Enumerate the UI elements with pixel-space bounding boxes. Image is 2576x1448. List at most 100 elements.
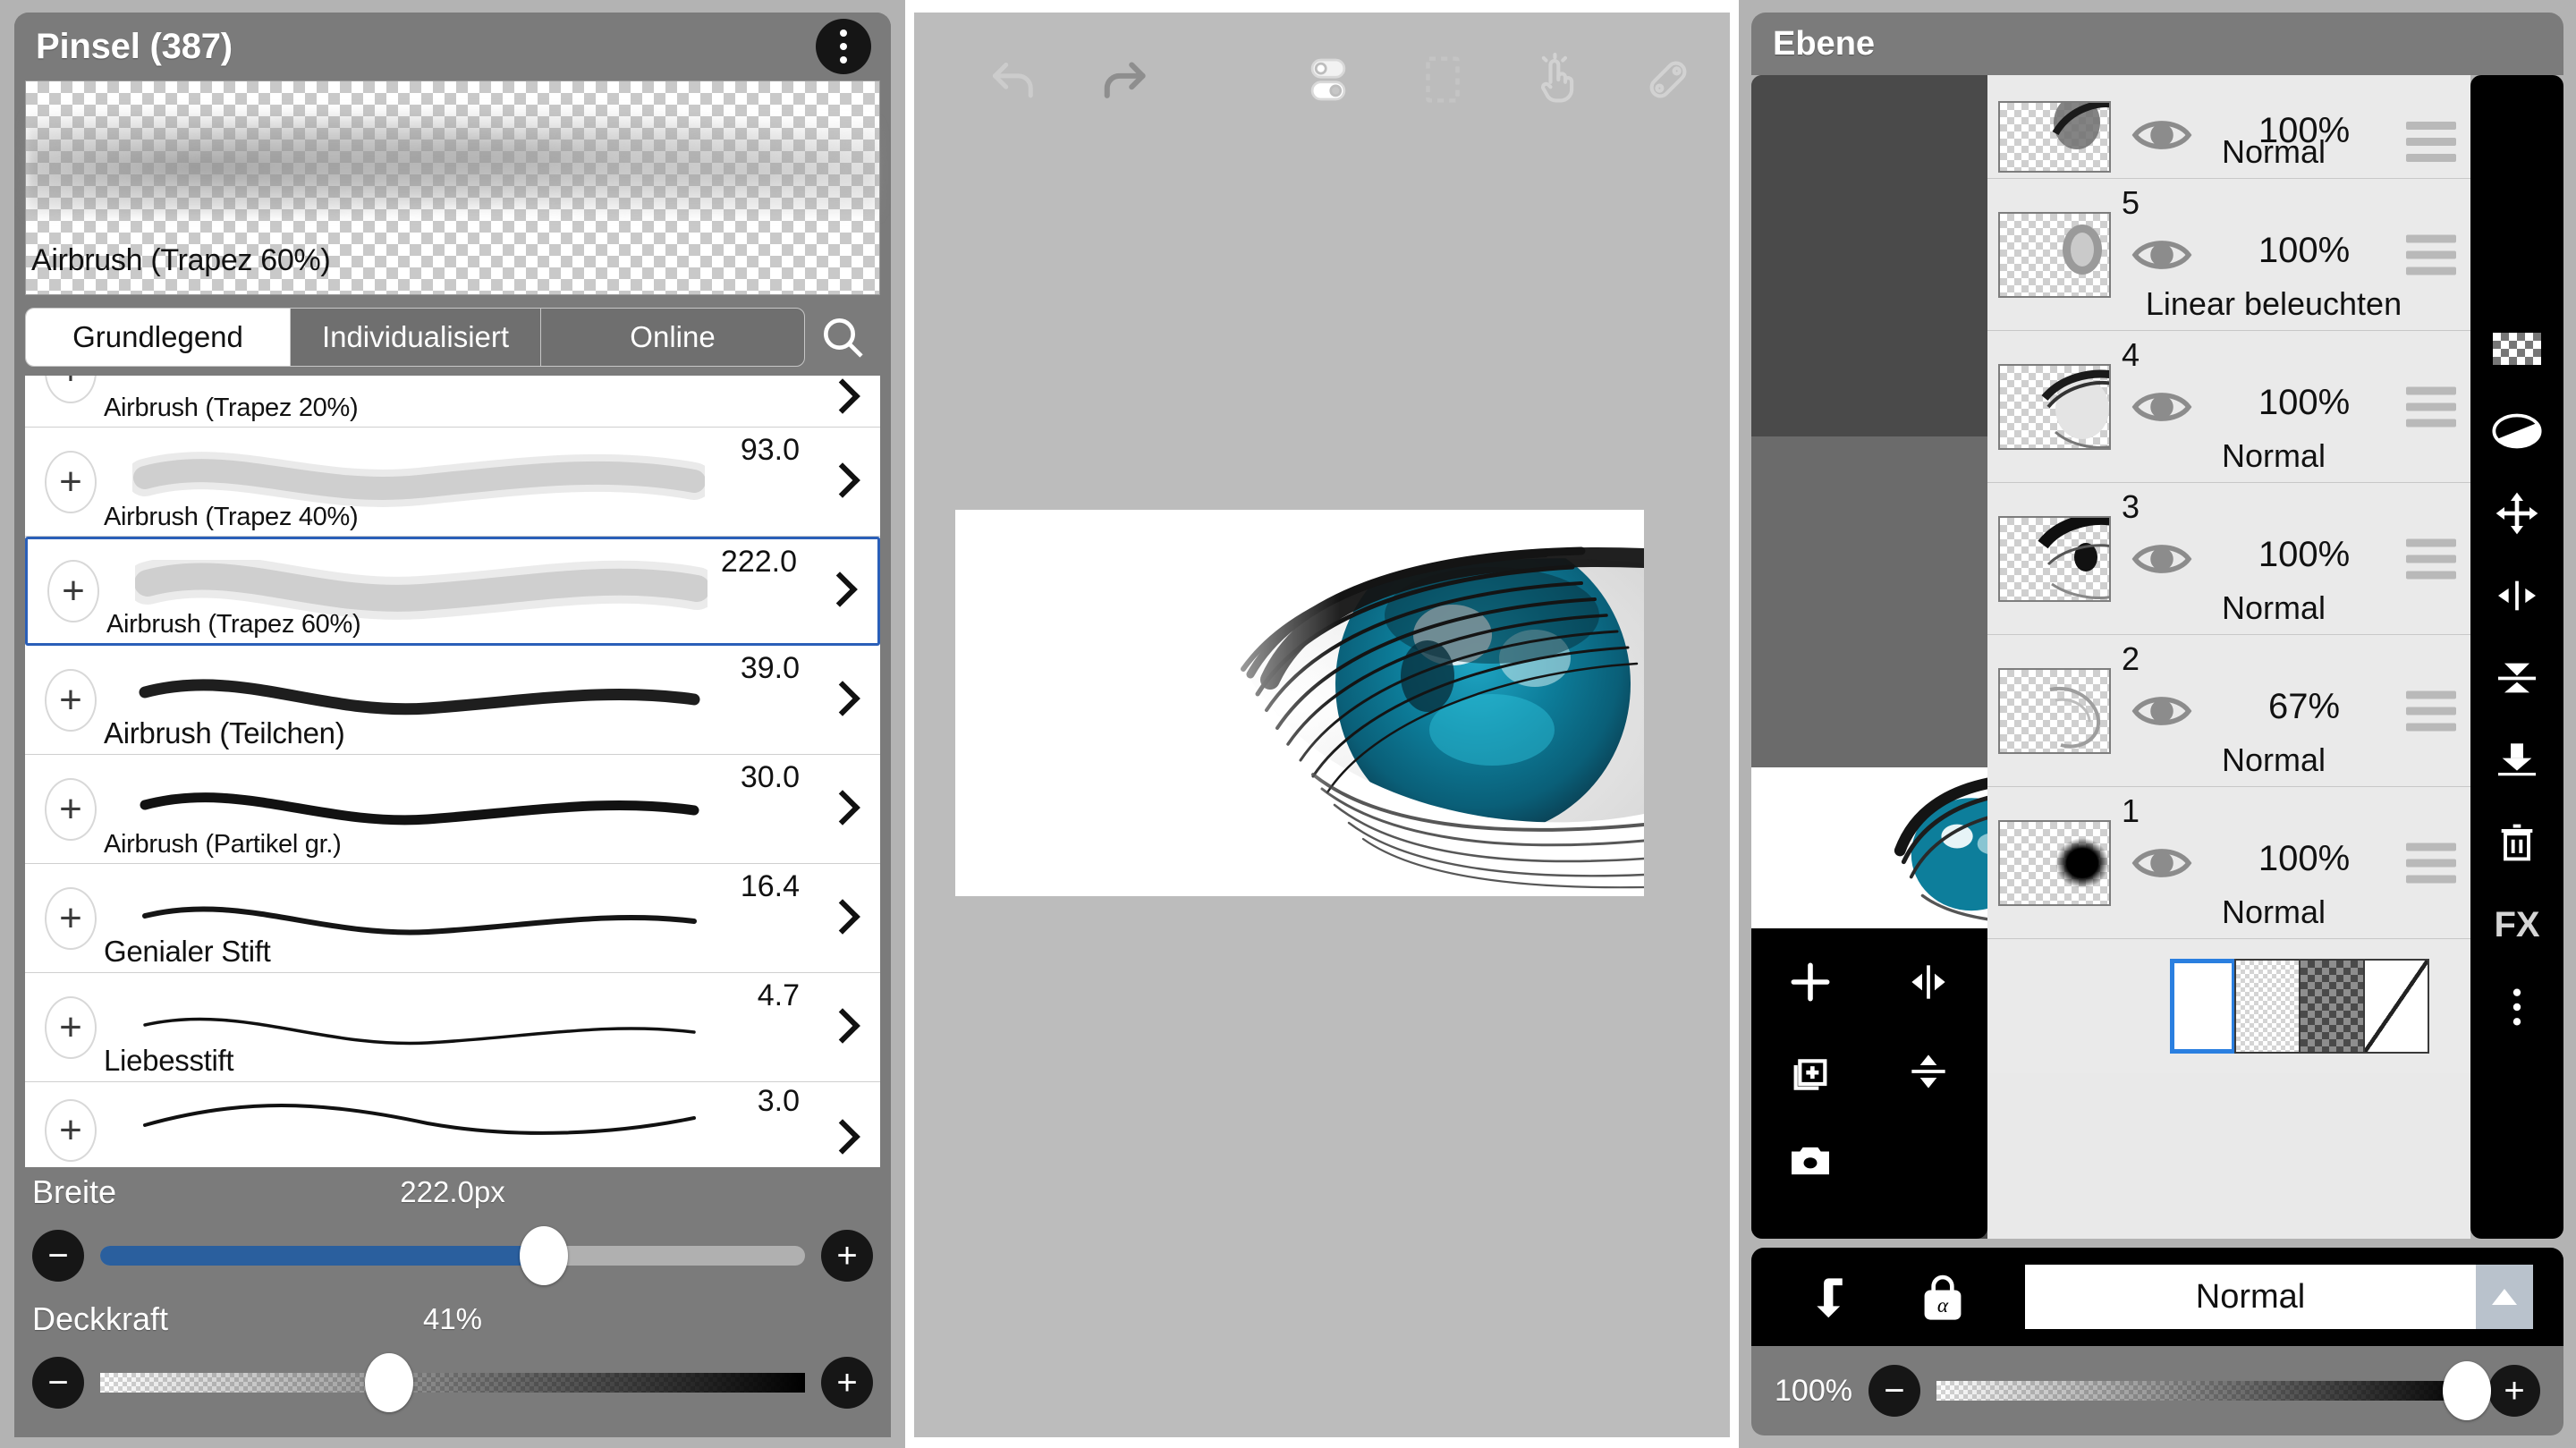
width-increase-button[interactable]: + (821, 1230, 873, 1282)
kebab-menu-icon[interactable] (816, 19, 871, 74)
chevron-right-icon[interactable] (824, 571, 854, 612)
fx-icon[interactable]: FX (2470, 884, 2563, 966)
chevron-right-icon[interactable] (826, 1007, 857, 1048)
alpha-lock-icon[interactable]: α (1889, 1269, 1996, 1325)
merge-up-icon[interactable] (2470, 637, 2563, 719)
clipping-mask-icon[interactable] (1782, 1269, 1889, 1325)
canvas-preview-column[interactable] (1751, 75, 1987, 1239)
layer-opacity-decrease-button[interactable]: − (1868, 1365, 1920, 1417)
brush-list-item[interactable]: + 16.4 Genialer Stift (25, 864, 880, 973)
opacity-slider-knob[interactable] (365, 1353, 414, 1412)
add-brush-icon[interactable]: + (45, 668, 97, 732)
layer-opacity-knob[interactable] (2443, 1361, 2491, 1420)
search-icon[interactable] (805, 308, 880, 367)
chevron-right-icon[interactable] (826, 461, 857, 503)
width-decrease-button[interactable]: − (32, 1230, 84, 1282)
layer-visibility-icon[interactable] (2131, 386, 2193, 428)
chevron-right-icon[interactable] (826, 377, 857, 419)
brush-stroke-preview (143, 1104, 696, 1135)
layer-row[interactable]: 3 100% Normal (1987, 483, 2470, 635)
finger-gesture-icon[interactable] (1526, 50, 1585, 109)
brush-name: Liebesstift (104, 1044, 234, 1077)
merge-down-icon[interactable] (2470, 719, 2563, 801)
layer-opacity-increase-button[interactable]: + (2488, 1365, 2540, 1417)
brush-size-value: 30.0 (740, 760, 800, 794)
trash-glyph (2501, 824, 2533, 861)
add-brush-icon[interactable]: + (45, 995, 97, 1059)
chevron-right-icon[interactable] (826, 898, 857, 939)
transparency-checker-icon[interactable] (2470, 308, 2563, 390)
brush-list-item[interactable]: + 3.0 (25, 1082, 880, 1162)
add-brush-icon[interactable]: + (45, 886, 97, 950)
brush-list-item-selected[interactable]: + 222.0 Airbrush (Trapez 60%) (25, 537, 880, 646)
layer-opacity-track[interactable] (1936, 1361, 2491, 1420)
layer-toggle-icon[interactable] (1299, 50, 1358, 109)
tab-grundlegend[interactable]: Grundlegend (26, 309, 291, 366)
layer-row[interactable]: 2 67% Normal (1987, 635, 2470, 787)
flip-horizontal-icon[interactable] (1869, 937, 1987, 1027)
layer-visibility-icon[interactable] (2131, 843, 2193, 884)
layer-visibility-icon[interactable] (2131, 234, 2193, 275)
layer-thumb-art (2063, 224, 2102, 275)
more-vertical-icon[interactable] (2470, 966, 2563, 1048)
flip-vertical-icon[interactable] (1869, 1027, 1987, 1116)
brush-list-item[interactable]: + Airbrush (Trapez 20%) (25, 376, 880, 428)
bg-diagonal-swatch[interactable] (2363, 959, 2429, 1054)
duplicate-layer-icon[interactable] (1751, 1027, 1869, 1116)
merge-down-glyph (2498, 743, 2536, 776)
layer-row[interactable]: 100% Normal (1987, 75, 2470, 179)
opacity-increase-button[interactable]: + (821, 1357, 873, 1409)
width-slider-knob[interactable] (520, 1226, 569, 1285)
canvas-area[interactable] (914, 13, 1800, 1437)
opacity-decrease-button[interactable]: − (32, 1357, 84, 1409)
mirror-horizontal-icon[interactable] (2470, 555, 2563, 637)
brush-list-item[interactable]: + 30.0 Airbrush (Partikel gr.) (25, 755, 880, 864)
layer-visibility-icon[interactable] (2131, 538, 2193, 580)
layer-drag-handle[interactable] (2406, 843, 2456, 883)
bg-white-swatch[interactable] (2170, 959, 2236, 1054)
opacity-slider-track[interactable] (100, 1353, 805, 1412)
layer-visibility-icon[interactable] (2131, 690, 2193, 732)
chevron-right-icon[interactable] (826, 1118, 857, 1159)
add-brush-icon[interactable]: + (45, 450, 97, 513)
layer-number: 1 (2122, 792, 2140, 829)
chevron-right-icon[interactable] (826, 789, 857, 830)
bg-transparent-dark-swatch[interactable] (2299, 959, 2365, 1054)
layer-opacity-track-bg (1936, 1381, 2472, 1401)
layers-list[interactable]: 100% Normal 5 100% Linear beleuchten 4 1… (1987, 75, 2470, 1239)
layer-drag-handle[interactable] (2406, 690, 2456, 731)
layer-row[interactable]: 5 100% Linear beleuchten (1987, 179, 2470, 331)
blend-mode-select[interactable]: Normal (2025, 1265, 2533, 1329)
brush-list[interactable]: + Airbrush (Trapez 20%) + 93.0 Airbrus (25, 376, 880, 1167)
canvas-artwork[interactable] (955, 510, 1644, 896)
tab-online[interactable]: Online (541, 309, 804, 366)
add-brush-icon[interactable]: + (45, 376, 97, 403)
chevron-up-icon[interactable] (2476, 1265, 2533, 1329)
fx-label: FX (2494, 904, 2540, 944)
layer-drag-handle[interactable] (2406, 538, 2456, 579)
invert-icon[interactable] (2470, 390, 2563, 472)
undo-icon[interactable] (984, 50, 1043, 109)
layer-drag-handle[interactable] (2406, 386, 2456, 427)
layer-drag-handle[interactable] (2406, 234, 2456, 275)
brush-pen-icon[interactable] (1639, 50, 1698, 109)
add-layer-icon[interactable] (1751, 937, 1869, 1027)
layer-row[interactable]: 4 100% Normal (1987, 331, 2470, 483)
chevron-right-icon[interactable] (826, 680, 857, 721)
brush-list-item[interactable]: + 39.0 Airbrush (Teilchen) (25, 646, 880, 755)
redo-icon[interactable] (1095, 50, 1154, 109)
brush-list-item[interactable]: + 93.0 Airbrush (Trapez 40%) (25, 428, 880, 537)
move-icon[interactable] (2470, 472, 2563, 555)
add-brush-icon[interactable]: + (47, 560, 99, 622)
selection-marquee-icon[interactable] (1413, 50, 1472, 109)
bg-transparent-light-swatch[interactable] (2234, 959, 2301, 1054)
delete-trash-icon[interactable] (2470, 801, 2563, 884)
layer-drag-handle[interactable] (2406, 122, 2456, 162)
add-brush-icon[interactable]: + (45, 1099, 97, 1162)
add-brush-icon[interactable]: + (45, 777, 97, 841)
brush-list-item[interactable]: + 4.7 Liebesstift (25, 973, 880, 1082)
width-slider-track[interactable] (100, 1226, 805, 1285)
camera-icon[interactable] (1751, 1116, 1869, 1206)
layer-row[interactable]: 1 100% Normal (1987, 787, 2470, 939)
tab-individualisiert[interactable]: Individualisiert (291, 309, 541, 366)
